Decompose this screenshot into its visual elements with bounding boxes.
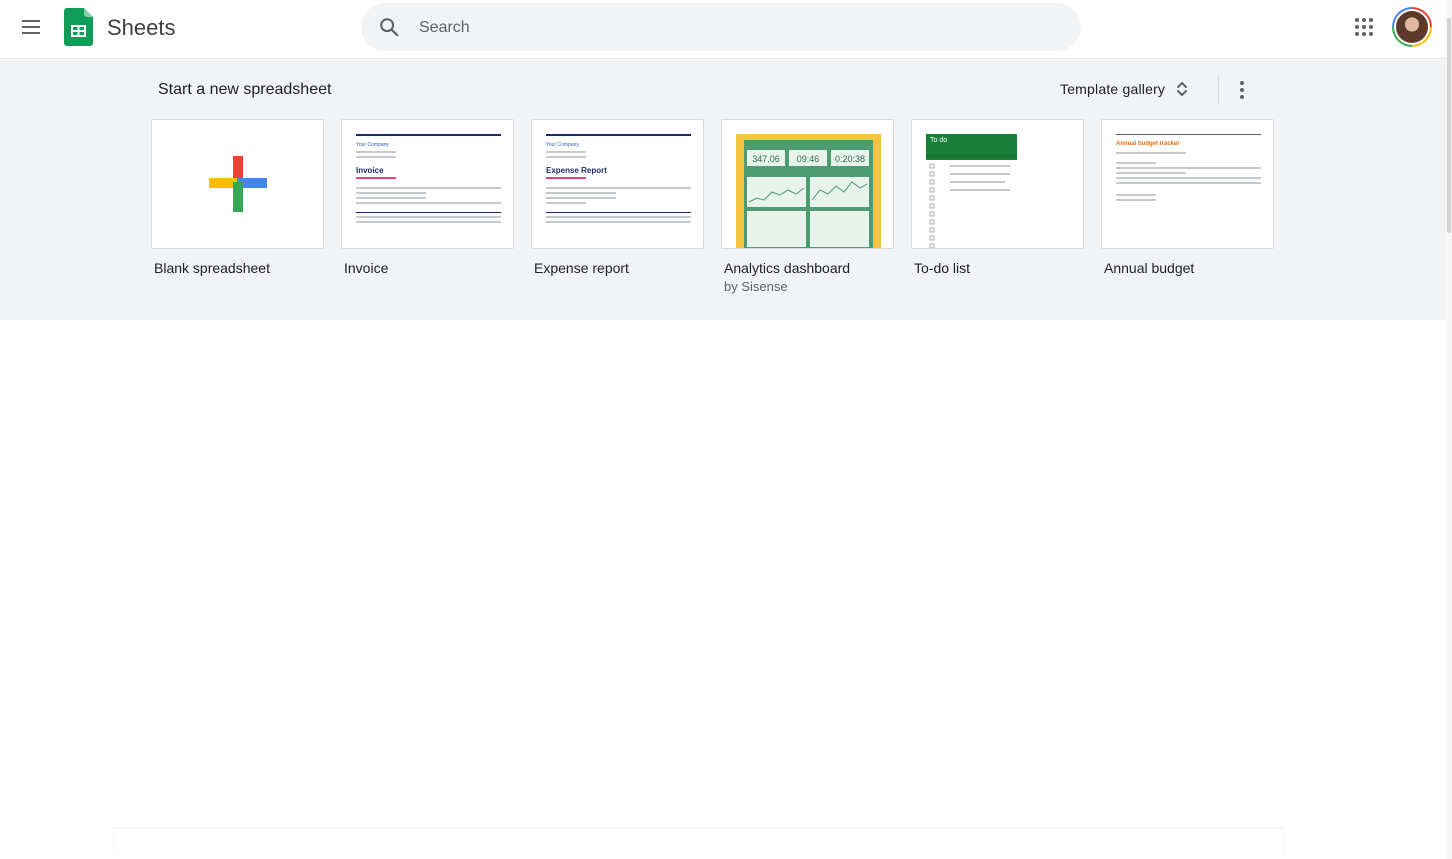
template-analytics-dashboard[interactable]: 347.06 09:46 0:20:38 Analytics dashboard…: [721, 119, 894, 294]
template-name: Blank spreadsheet: [154, 260, 270, 276]
template-thumbnail[interactable]: To do: [911, 119, 1084, 249]
thumb-metric: 09:46: [796, 154, 820, 164]
thumb-heading: To do: [930, 137, 948, 144]
more-options-icon[interactable]: [1226, 74, 1258, 106]
template-name: Invoice: [344, 260, 389, 276]
search-input[interactable]: [417, 15, 1041, 41]
section-title: Start a new spreadsheet: [158, 81, 332, 98]
thumb-heading: Annual budget tracker: [1116, 141, 1180, 147]
template-name: Analytics dashboard: [724, 260, 851, 276]
thumb-heading: Expense Report: [546, 166, 607, 175]
file-list-header-strip: [114, 829, 1284, 855]
template-thumbnail[interactable]: Your Company Invoice: [341, 119, 514, 249]
template-gallery-button[interactable]: Template gallery: [1050, 71, 1199, 107]
template-expense-report[interactable]: Your Company Expense Report Expense repo…: [531, 119, 704, 276]
account-avatar[interactable]: [1392, 7, 1432, 47]
template-thumbnail[interactable]: [151, 119, 324, 249]
scrollbar-thumb[interactable]: [1447, 18, 1451, 233]
template-gallery-label: Template gallery: [1060, 81, 1166, 97]
template-name: To-do list: [914, 260, 971, 276]
search-icon[interactable]: [378, 16, 400, 38]
template-todo-list[interactable]: To do To-do list: [911, 119, 1084, 276]
user-photo: [1396, 11, 1428, 43]
template-thumbnail[interactable]: Your Company Expense Report: [531, 119, 704, 249]
template-invoice[interactable]: Your Company Invoice Invoice: [341, 119, 514, 276]
search-bar[interactable]: [361, 3, 1081, 51]
dashboard-preview: [736, 134, 881, 248]
template-thumbnail[interactable]: Annual budget tracker: [1101, 119, 1274, 249]
thumb-metric: 347.06: [752, 154, 780, 164]
template-name: Annual budget: [1104, 260, 1195, 276]
toolbar-divider: [1218, 75, 1219, 105]
thumb-company: Your Company: [546, 142, 579, 148]
template-thumbnail[interactable]: 347.06 09:46 0:20:38: [721, 119, 894, 249]
thumb-metric: 0:20:38: [834, 154, 866, 164]
template-name: Expense report: [534, 260, 629, 276]
thumb-company: Your Company: [356, 142, 389, 148]
thumb-heading: Invoice: [356, 166, 384, 175]
sheets-logo-icon[interactable]: [64, 8, 93, 46]
template-annual-budget[interactable]: Annual budget tracker Annual budget: [1101, 119, 1274, 276]
template-publisher: by Sisense: [724, 279, 788, 294]
google-apps-icon[interactable]: [1348, 11, 1380, 43]
main-menu-button[interactable]: [13, 9, 49, 45]
template-blank[interactable]: Blank spreadsheet: [151, 119, 324, 276]
app-name[interactable]: Sheets: [107, 15, 176, 41]
plus-icon: [209, 156, 267, 212]
unfold-icon: [1177, 82, 1188, 96]
template-section: Start a new spreadsheet Template gallery…: [0, 59, 1446, 320]
app-header: Sheets: [0, 0, 1446, 59]
